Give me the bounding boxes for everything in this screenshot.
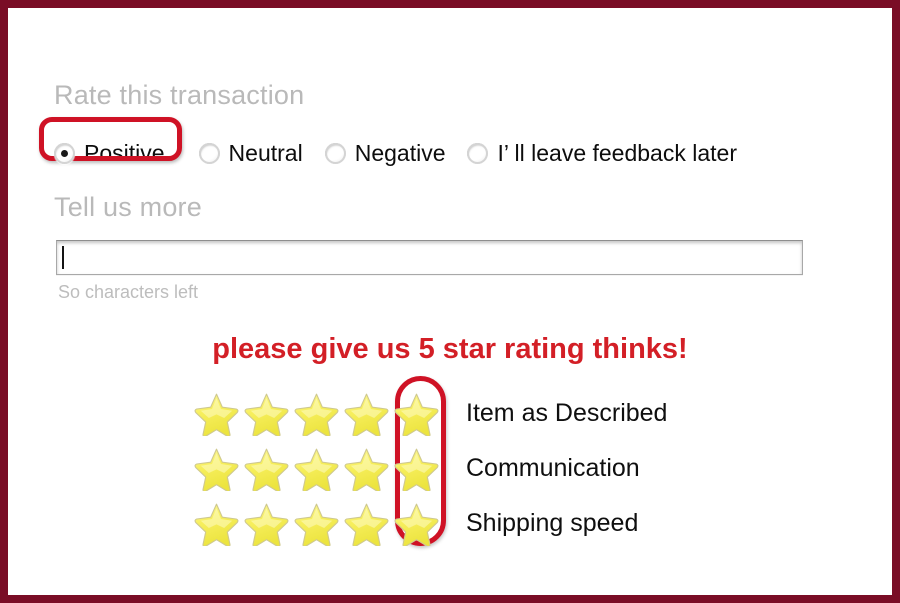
radio-option-feedback-later[interactable]: I’ ll leave feedback later <box>467 131 737 175</box>
star-ratings-block: Item as Described Communication Shipping… <box>194 376 667 551</box>
radio-option-neutral[interactable]: Neutral <box>198 131 303 175</box>
star-icon[interactable] <box>194 446 239 491</box>
text-caret <box>62 246 64 269</box>
radio-label-feedback-later: I’ ll leave feedback later <box>497 139 737 166</box>
star-icon[interactable] <box>294 446 339 491</box>
star-icon[interactable] <box>244 391 289 436</box>
rating-label: Item as Described <box>466 399 668 427</box>
radio-option-negative[interactable]: Negative <box>324 131 446 175</box>
star-icon[interactable] <box>244 446 289 491</box>
feedback-form-window: Rate this transaction Positive Neutral N… <box>0 0 900 603</box>
star-icon[interactable] <box>344 446 389 491</box>
star-icon[interactable] <box>194 501 239 546</box>
rating-label: Communication <box>466 454 640 482</box>
promo-message: please give us 5 star rating thinks! <box>212 333 688 365</box>
radio-button-negative[interactable] <box>324 142 346 164</box>
star-icon[interactable] <box>244 501 289 546</box>
radio-button-positive[interactable] <box>54 142 75 164</box>
form-body: Rate this transaction Positive Neutral N… <box>8 8 892 595</box>
rating-label: Shipping speed <box>466 509 639 537</box>
rating-row-communication: Communication <box>194 441 667 496</box>
star-icon[interactable] <box>394 501 439 546</box>
star-icon[interactable] <box>344 391 389 436</box>
characters-left-counter: So characters left <box>58 282 199 302</box>
feedback-text-input[interactable] <box>56 240 803 275</box>
star-icon[interactable] <box>194 391 239 436</box>
star-icon[interactable] <box>344 501 389 546</box>
rate-section-heading: Rate this transaction <box>54 80 305 110</box>
radio-label-positive: Positive <box>84 139 165 166</box>
tell-us-more-heading: Tell us more <box>54 192 202 222</box>
star-icon[interactable] <box>394 446 439 491</box>
star-icon[interactable] <box>394 391 439 436</box>
star-icon[interactable] <box>294 391 339 436</box>
radio-option-positive[interactable]: Positive <box>39 117 182 178</box>
radio-button-neutral[interactable] <box>198 142 220 164</box>
rating-row-item-as-described: Item as Described <box>194 386 667 441</box>
radio-label-negative: Negative <box>354 139 446 166</box>
radio-label-neutral: Neutral <box>228 139 303 166</box>
star-group[interactable] <box>194 391 444 436</box>
star-group[interactable] <box>194 446 444 491</box>
star-icon[interactable] <box>294 501 339 546</box>
radio-button-feedback-later[interactable] <box>467 142 489 164</box>
rating-row-shipping-speed: Shipping speed <box>194 496 667 551</box>
rating-radio-group: Positive Neutral Negative I’ ll leave fe… <box>39 117 737 175</box>
star-group[interactable] <box>194 501 444 546</box>
